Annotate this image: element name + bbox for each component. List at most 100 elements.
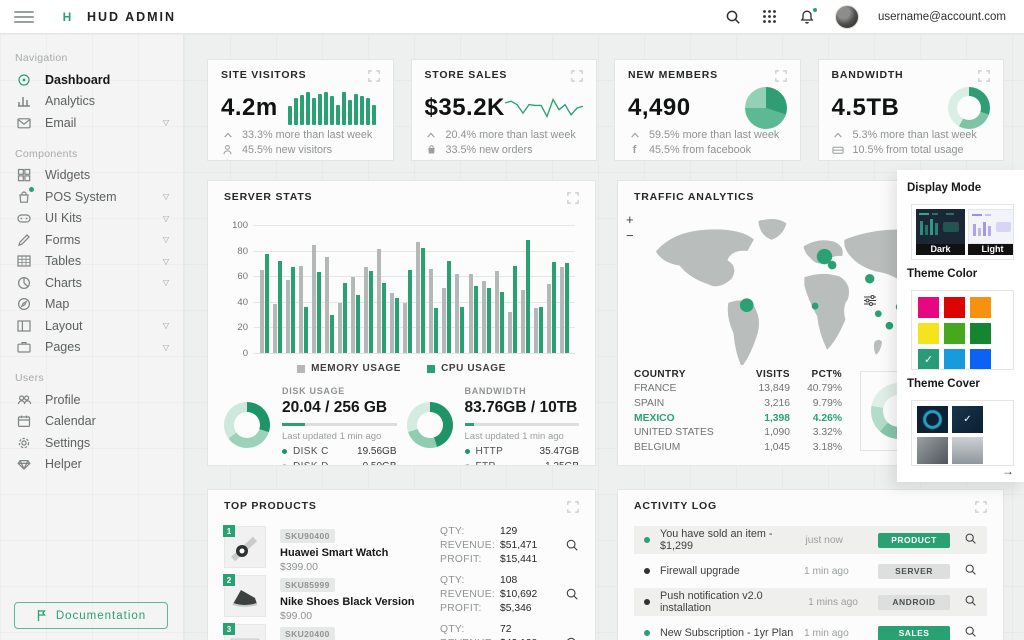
disk-usage-summary: DISK USAGE 20.04 / 256 GB Last updated 1… [224,386,397,466]
sidebar-item-helper[interactable]: Helper [0,454,183,476]
display-mode-dark-option[interactable]: Dark [916,209,965,255]
activity-search-icon[interactable] [964,594,977,610]
product-search-icon[interactable] [565,636,579,640]
expand-icon[interactable] [571,69,583,87]
hamburger-menu-icon[interactable] [14,11,34,23]
chevron-down-icon: ▽ [163,214,169,223]
theme-color-swatch[interactable] [944,297,965,318]
stat-value: $35.2K [425,94,505,122]
notifications-bell-icon[interactable] [798,8,816,26]
map-layers-sliders-icon[interactable] [863,293,877,312]
activity-badge: SERVER [878,564,950,579]
rank-badge: 3 [223,623,235,635]
theme-color-swatch[interactable] [970,349,991,370]
expand-icon[interactable] [567,500,579,518]
theme-cover-option[interactable] [917,437,948,464]
activity-search-icon[interactable] [964,532,977,548]
product-name: Huawei Smart Watch [280,547,440,559]
theme-cover-option[interactable] [917,406,948,433]
sidebar-item-label: POS System [45,190,117,204]
sidebar-item-analytics[interactable]: Analytics [0,91,183,113]
expand-icon[interactable] [368,69,380,87]
ftp-label: FTP [476,461,496,466]
stat-detail: 59.5% more than last week [649,129,779,141]
display-mode-light-option[interactable]: Light [968,209,1014,255]
check-icon: ✓ [952,406,983,433]
product-image-watch: 1 [224,526,266,568]
sidebar-item-email[interactable]: Email ▽ [0,112,183,134]
sidebar-item-label: Settings [45,436,90,450]
theme-cover-option[interactable] [952,437,983,464]
rank-badge: 2 [223,574,235,586]
sidebar-item-layout[interactable]: Layout ▽ [0,315,183,337]
theme-cover-option-selected[interactable]: ✓ [952,406,983,433]
sidebar-item-forms[interactable]: Forms ▽ [0,229,183,251]
sidebar-item-tables[interactable]: Tables ▽ [0,251,183,273]
sidebar-item-pages[interactable]: Pages ▽ [0,337,183,359]
activity-search-icon[interactable] [964,625,977,640]
theme-cover-box: ✓ [907,396,1018,470]
theme-color-swatch[interactable] [944,349,965,370]
caret-up-icon [832,131,845,139]
activity-search-icon[interactable] [964,563,977,579]
expand-icon[interactable] [978,69,990,87]
product-qty: 108 [500,575,517,589]
activity-text: Push notification v2.0 installation [660,590,808,614]
sidebar-item-pos-system[interactable]: POS System ▽ [0,186,183,208]
top-products-card: TOP PRODUCTS 1 SKU90400 Huawei Smart Wat… [203,485,600,640]
product-search-icon[interactable] [565,587,579,606]
app-logo[interactable]: H [56,6,78,28]
traffic-country-table: COUNTRY VISITS PCT% FRANCE13,84940.79% S… [634,367,842,455]
sidebar-item-charts[interactable]: Charts ▽ [0,272,183,294]
sidebar-item-label: Widgets [45,168,90,182]
sidebar-item-calendar[interactable]: Calendar [0,411,183,433]
sidebar-item-profile[interactable]: Profile [0,389,183,411]
card-title: SERVER STATS [224,191,312,203]
theme-settings-panel: Display Mode Dark [897,170,1024,482]
layout-icon [15,317,32,334]
map-zoom-out-button[interactable]: − [626,231,634,241]
sidebar-item-label: Helper [45,457,82,471]
sidebar-item-label: Analytics [45,94,95,108]
expand-icon[interactable] [567,191,579,209]
theme-color-swatch[interactable] [944,323,965,344]
expand-icon[interactable] [975,500,987,518]
sidebar-item-settings[interactable]: Settings [0,432,183,454]
sidebar-item-widgets[interactable]: Widgets [0,165,183,187]
sidebar-item-map[interactable]: Map [0,294,183,316]
username[interactable]: username@account.com [878,11,1006,23]
disk-usage-label: DISK USAGE [282,386,397,396]
activity-badge: SALES [878,626,950,640]
activity-row: New Subscription - 1yr Plan 1 min ago SA… [634,619,987,640]
charts-icon [15,274,32,291]
product-search-icon[interactable] [565,538,579,557]
theme-color-swatch-selected[interactable]: ✓ [918,349,939,370]
product-revenue: $51,471 [500,540,537,554]
theme-color-swatch[interactable] [918,323,939,344]
display-mode-title: Display Mode [907,182,1024,194]
sidebar-item-dashboard[interactable]: Dashboard [0,69,183,91]
http-value: 35.47GB [540,446,579,457]
disk-d-label: DISK D [293,461,329,466]
map-compass-icon [15,296,32,313]
activity-text: New Subscription - 1yr Plan [660,627,793,639]
search-icon[interactable] [724,8,742,26]
documentation-button[interactable]: Documentation [14,602,168,629]
table-row: SPAIN3,2169.79% [634,396,842,411]
helper-diamond-icon [15,456,32,473]
theme-color-swatch[interactable] [970,323,991,344]
sidebar-section-label: Components [0,142,183,165]
sidebar-item-ui-kits[interactable]: UI Kits ▽ [0,208,183,230]
product-revenue: $10,692 [500,589,537,603]
avatar[interactable] [835,5,859,29]
theme-color-swatch[interactable] [970,297,991,318]
disk-updated: Last updated 1 min ago [282,431,397,442]
apps-grid-icon[interactable] [761,8,779,26]
expand-icon[interactable] [775,69,787,87]
theme-color-swatch[interactable] [918,297,939,318]
map-zoom-in-button[interactable]: + [626,215,634,225]
card-title: BANDWIDTH [832,69,904,81]
activity-text: You have sold an item - $1,299 [660,528,805,552]
sku-badge: SKU20400 [280,627,335,640]
drive-icon [832,145,845,155]
